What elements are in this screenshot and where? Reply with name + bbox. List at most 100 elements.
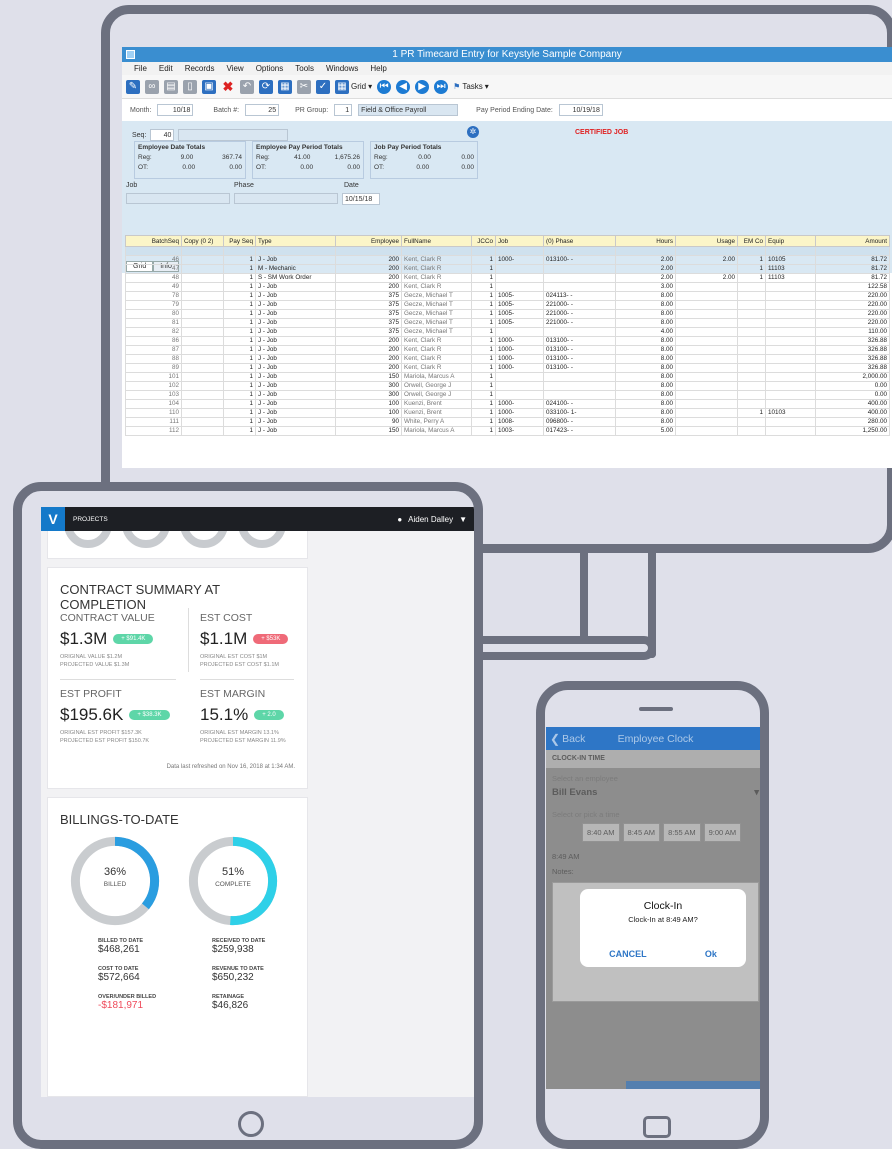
table-cell[interactable]: 2.00 (615, 273, 676, 283)
table-cell[interactable]: 102 (125, 381, 182, 391)
table-cell[interactable]: 013100- - (543, 255, 616, 265)
time-option[interactable]: 9:00 AM (703, 823, 742, 842)
employee-select[interactable]: Bill Evans ▾ (546, 785, 760, 800)
table-cell[interactable]: Gecze, Michael T (401, 291, 472, 301)
filter-cell[interactable] (815, 246, 890, 256)
table-cell[interactable] (765, 327, 816, 337)
table-cell[interactable]: 1000- (495, 399, 544, 409)
table-cell[interactable] (737, 291, 766, 301)
table-cell[interactable]: 017423- - (543, 426, 616, 436)
menu-options[interactable]: Options (256, 64, 284, 73)
table-cell[interactable]: 221000- - (543, 318, 616, 328)
table-cell[interactable]: 49 (125, 282, 182, 292)
table-cell[interactable] (737, 390, 766, 400)
table-cell[interactable]: 8.00 (615, 399, 676, 409)
table-cell[interactable] (675, 309, 738, 319)
table-cell[interactable]: 2.00 (675, 255, 738, 265)
table-cell[interactable]: 10105 (765, 255, 816, 265)
table-cell[interactable]: Orwell, George J (401, 381, 472, 391)
table-cell[interactable]: 86 (125, 336, 182, 346)
table-cell[interactable]: 326.88 (815, 363, 890, 373)
table-cell[interactable] (765, 372, 816, 382)
table-cell[interactable]: 8.00 (615, 336, 676, 346)
table-cell[interactable]: J - Job (255, 345, 336, 355)
table-cell[interactable]: 1 (223, 417, 256, 427)
back-button[interactable]: ❮ Back (550, 732, 585, 746)
table-cell[interactable]: 46 (125, 255, 182, 265)
table-cell[interactable] (675, 399, 738, 409)
table-cell[interactable] (181, 381, 224, 391)
table-cell[interactable] (495, 390, 544, 400)
table-cell[interactable]: Gecze, Michael T (401, 300, 472, 310)
table-cell[interactable]: 111 (125, 417, 182, 427)
filter-cell[interactable] (765, 246, 816, 256)
help-icon[interactable]: ✲ (467, 126, 479, 138)
table-cell[interactable] (737, 363, 766, 373)
table-cell[interactable]: 100 (335, 408, 402, 418)
table-cell[interactable] (765, 282, 816, 292)
table-cell[interactable]: 1 (223, 309, 256, 319)
column-header[interactable]: BatchSeq (125, 235, 182, 247)
table-cell[interactable]: 200 (335, 264, 402, 274)
table-cell[interactable] (737, 318, 766, 328)
spellcheck-icon[interactable]: ✓ (316, 79, 330, 94)
column-header[interactable]: Pay Seq (223, 235, 256, 247)
column-header[interactable]: Job (495, 235, 544, 247)
prev-record-icon[interactable]: ◀ (396, 79, 411, 94)
table-cell[interactable] (675, 300, 738, 310)
table-cell[interactable] (543, 327, 616, 337)
table-cell[interactable]: 8.00 (615, 291, 676, 301)
table-row[interactable]: 104 1 J - Job 100 Kuenzi, Brent 1 1000- 024100-… (125, 399, 890, 409)
table-cell[interactable]: 1 (471, 345, 496, 355)
table-cell[interactable]: 87 (125, 345, 182, 355)
table-cell[interactable]: 221000- - (543, 309, 616, 319)
table-cell[interactable]: 1 (223, 291, 256, 301)
table-cell[interactable]: Kuenzi, Brent (401, 408, 472, 418)
table-cell[interactable]: 150 (335, 426, 402, 436)
menu-file[interactable]: File (134, 64, 147, 73)
table-cell[interactable]: 013100- - (543, 363, 616, 373)
table-cell[interactable] (675, 354, 738, 364)
table-cell[interactable]: 1 (471, 255, 496, 265)
table-row[interactable]: 111 1 J - Job 90 White, Perry A 1 1008- 096800-… (125, 417, 890, 427)
table-cell[interactable] (181, 264, 224, 274)
table-cell[interactable]: J - Job (255, 318, 336, 328)
table-cell[interactable]: J - Job (255, 336, 336, 346)
page-icon[interactable]: ▯ (183, 79, 197, 94)
table-cell[interactable] (181, 282, 224, 292)
table-cell[interactable]: 82 (125, 327, 182, 337)
table-cell[interactable]: 326.88 (815, 336, 890, 346)
menu-tools[interactable]: Tools (295, 64, 314, 73)
table-row[interactable]: 78 1 J - Job 375 Gecze, Michael T 1 1005- 02411… (125, 291, 890, 301)
refresh-icon[interactable]: ⟳ (259, 79, 273, 94)
seq-field[interactable]: 40 (150, 129, 175, 141)
table-cell[interactable] (495, 372, 544, 382)
menu-help[interactable]: Help (370, 64, 386, 73)
table-cell[interactable]: J - Job (255, 327, 336, 337)
table-cell[interactable]: 3.00 (615, 282, 676, 292)
table-cell[interactable]: Kent, Clark R (401, 264, 472, 274)
table-cell[interactable] (181, 300, 224, 310)
time-option[interactable]: 8:40 AM (582, 823, 620, 842)
table-cell[interactable] (495, 327, 544, 337)
table-cell[interactable]: 11103 (765, 264, 816, 274)
projects-nav-label[interactable]: PROJECTS (73, 516, 108, 523)
table-cell[interactable] (765, 363, 816, 373)
table-cell[interactable]: 103 (125, 390, 182, 400)
new-record-icon[interactable]: ✎ (126, 79, 140, 94)
menu-view[interactable]: View (226, 64, 243, 73)
table-cell[interactable]: 8.00 (615, 408, 676, 418)
table-cell[interactable]: Kent, Clark R (401, 336, 472, 346)
table-cell[interactable]: 375 (335, 291, 402, 301)
table-cell[interactable] (765, 399, 816, 409)
table-cell[interactable] (181, 345, 224, 355)
table-cell[interactable]: 1 (223, 255, 256, 265)
table-cell[interactable]: S - SM Work Order (255, 273, 336, 283)
table-cell[interactable]: Kuenzi, Brent (401, 399, 472, 409)
column-header[interactable]: Type (255, 235, 336, 247)
table-cell[interactable]: J - Job (255, 417, 336, 427)
table-cell[interactable] (675, 426, 738, 436)
table-cell[interactable]: 8.00 (615, 354, 676, 364)
table-cell[interactable]: 1003- (495, 426, 544, 436)
table-cell[interactable]: 1 (223, 426, 256, 436)
